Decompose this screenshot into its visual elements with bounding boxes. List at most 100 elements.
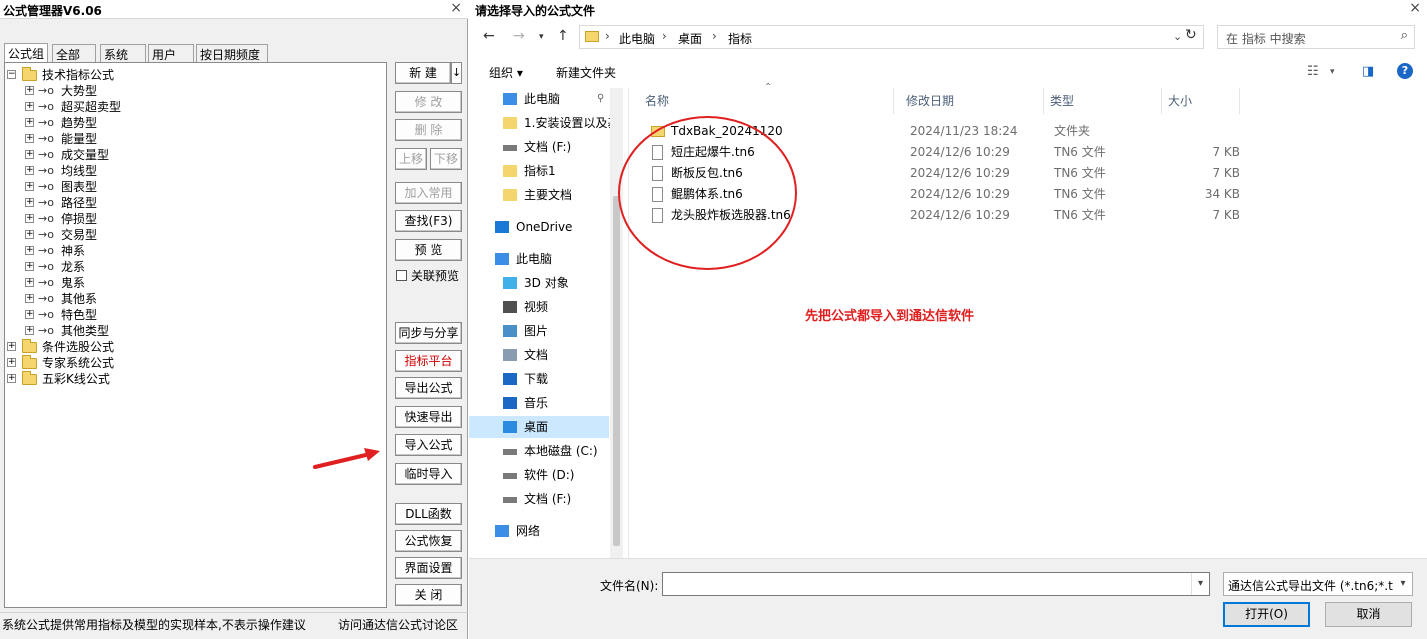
file-date: 2024/11/23 18:24 bbox=[910, 124, 1018, 138]
filename-input[interactable]: ▾ bbox=[662, 572, 1210, 596]
nav-item[interactable]: 主要文档 bbox=[469, 184, 609, 206]
breadcrumb-desktop[interactable]: 桌面 bbox=[678, 30, 702, 47]
forward-arrow-icon[interactable]: → bbox=[513, 28, 525, 44]
expand-icon[interactable]: + bbox=[25, 262, 34, 271]
expand-icon[interactable]: + bbox=[25, 230, 34, 239]
expand-icon[interactable]: + bbox=[25, 150, 34, 159]
find-button[interactable]: 查找(F3) bbox=[395, 210, 462, 232]
preview-button[interactable]: 预 览 bbox=[395, 239, 462, 261]
export-formula-button[interactable]: 导出公式 bbox=[395, 377, 462, 399]
expand-icon[interactable]: + bbox=[25, 310, 34, 319]
expand-icon[interactable]: + bbox=[25, 166, 34, 175]
move-up-button[interactable]: 上移 bbox=[395, 148, 427, 170]
expand-icon[interactable]: + bbox=[7, 374, 16, 383]
linked-preview-checkbox[interactable] bbox=[396, 270, 407, 281]
dll-functions-button[interactable]: DLL函数 bbox=[395, 503, 462, 525]
open-button[interactable]: 打开(O) bbox=[1223, 602, 1310, 627]
nav-item[interactable]: OneDrive bbox=[469, 216, 609, 238]
organize-menu[interactable]: 组织 ▾ bbox=[489, 64, 523, 81]
expand-icon[interactable]: + bbox=[25, 246, 34, 255]
modify-button[interactable]: 修 改 bbox=[395, 91, 462, 113]
filename-dropdown-icon[interactable]: ▾ bbox=[1191, 573, 1209, 595]
expand-icon[interactable]: + bbox=[25, 182, 34, 191]
nav-item[interactable]: 文档 bbox=[469, 344, 609, 366]
help-icon[interactable]: ? bbox=[1397, 63, 1413, 79]
add-common-button[interactable]: 加入常用 bbox=[395, 182, 462, 204]
close-icon[interactable]: × bbox=[1409, 0, 1421, 16]
expand-icon[interactable]: + bbox=[25, 86, 34, 95]
expand-icon[interactable]: + bbox=[25, 198, 34, 207]
navigation-bar: ← → ▾ ↑ › 此电脑 › 桌面 › 指标 ⌄ ↻ 在 指标 中搜索 ⌕ bbox=[469, 22, 1427, 52]
column-type[interactable]: 类型 bbox=[1044, 88, 1162, 114]
address-bar[interactable]: › 此电脑 › 桌面 › 指标 ⌄ bbox=[579, 25, 1204, 49]
expand-icon[interactable]: + bbox=[25, 118, 34, 127]
sync-share-button[interactable]: 同步与分享 bbox=[395, 322, 462, 344]
view-options-icon[interactable]: ☷ bbox=[1307, 64, 1319, 79]
tab-by-date-frequency[interactable]: 按日期频度 bbox=[196, 44, 268, 62]
nav-item[interactable]: 下载 bbox=[469, 368, 609, 390]
nav-item[interactable]: 此电脑 bbox=[469, 248, 609, 270]
move-down-button[interactable]: 下移 bbox=[430, 148, 462, 170]
ui-settings-button[interactable]: 界面设置 bbox=[395, 557, 462, 579]
tab-system[interactable]: 系统 bbox=[100, 44, 146, 62]
import-formula-button[interactable]: 导入公式 bbox=[395, 434, 462, 456]
recent-locations-chevron-icon[interactable]: ▾ bbox=[539, 32, 544, 42]
breadcrumb-indicators[interactable]: 指标 bbox=[728, 30, 752, 47]
tab-user[interactable]: 用户 bbox=[148, 44, 194, 62]
preview-pane-icon[interactable]: ◨ bbox=[1362, 64, 1374, 79]
nav-item[interactable]: 音乐 bbox=[469, 392, 609, 414]
address-dropdown-icon[interactable]: ⌄ bbox=[1173, 30, 1182, 43]
nav-item[interactable]: 1.安装设置以及基 bbox=[469, 112, 619, 134]
tab-all[interactable]: 全部 bbox=[52, 44, 96, 62]
delete-button[interactable]: 删 除 bbox=[395, 119, 462, 141]
expand-icon[interactable]: + bbox=[25, 278, 34, 287]
temp-import-button[interactable]: 临时导入 bbox=[395, 463, 462, 485]
up-arrow-icon[interactable]: ↑ bbox=[557, 28, 569, 44]
expand-icon[interactable]: + bbox=[7, 358, 16, 367]
nav-item[interactable]: 文档 (F:) bbox=[469, 488, 609, 510]
expand-icon[interactable]: + bbox=[25, 134, 34, 143]
cancel-button[interactable]: 取消 bbox=[1325, 602, 1412, 627]
collapse-icon[interactable]: − bbox=[7, 70, 16, 79]
expand-icon[interactable]: + bbox=[7, 342, 16, 351]
view-dropdown-icon[interactable]: ▾ bbox=[1330, 67, 1335, 77]
back-arrow-icon[interactable]: ← bbox=[483, 28, 495, 44]
nav-item[interactable]: 图片 bbox=[469, 320, 609, 342]
restore-formula-button[interactable]: 公式恢复 bbox=[395, 530, 462, 552]
nav-item[interactable]: 网络 bbox=[469, 520, 609, 542]
new-folder-button[interactable]: 新建文件夹 bbox=[556, 64, 616, 81]
nav-item[interactable]: 桌面 bbox=[469, 416, 609, 438]
close-icon[interactable]: × bbox=[450, 0, 462, 16]
nav-item[interactable]: 此电脑 ⚲ bbox=[469, 88, 609, 110]
indicator-platform-button[interactable]: 指标平台 bbox=[395, 350, 462, 372]
expand-icon[interactable]: + bbox=[25, 102, 34, 111]
column-size[interactable]: 大小 bbox=[1162, 88, 1240, 114]
nav-item[interactable]: 视频 bbox=[469, 296, 609, 318]
expand-icon[interactable]: + bbox=[25, 326, 34, 335]
search-icon[interactable]: ⌕ bbox=[1401, 28, 1408, 43]
scrollbar-thumb[interactable] bbox=[613, 196, 620, 546]
refresh-icon[interactable]: ↻ bbox=[1185, 27, 1197, 43]
tab-formula-group[interactable]: 公式组 bbox=[4, 43, 48, 63]
close-button[interactable]: 关 闭 bbox=[395, 584, 462, 606]
navigation-pane-scrollbar[interactable] bbox=[610, 88, 623, 558]
formula-tree[interactable]: − 技术指标公式 + →o 大势型 + →o 超买超卖型 + →o 趋势型 + →o 能量型 + →o 成交量型… bbox=[4, 62, 387, 608]
new-button[interactable]: 新 建 bbox=[395, 62, 451, 84]
highlight-ellipse bbox=[618, 116, 797, 270]
quick-export-button[interactable]: 快速导出 bbox=[395, 406, 462, 428]
nav-item[interactable]: 本地磁盘 (C:) bbox=[469, 440, 609, 462]
new-dropdown-arrow-icon[interactable]: ↓ bbox=[451, 62, 462, 84]
search-box[interactable]: 在 指标 中搜索 ⌕ bbox=[1217, 25, 1415, 49]
file-type-filter[interactable]: 通达信公式导出文件 (*.tn6;*.tn ▾ bbox=[1223, 572, 1413, 596]
breadcrumb-this-pc[interactable]: 此电脑 bbox=[619, 30, 655, 47]
forum-link[interactable]: 访问通达信公式讨论区 bbox=[338, 616, 458, 633]
column-date-modified[interactable]: 修改日期 bbox=[900, 88, 1044, 114]
expand-icon[interactable]: + bbox=[25, 294, 34, 303]
nav-item[interactable]: 指标1 bbox=[469, 160, 609, 182]
nav-item[interactable]: 3D 对象 bbox=[469, 272, 609, 294]
nav-item[interactable]: 软件 (D:) bbox=[469, 464, 609, 486]
filter-dropdown-icon[interactable]: ▾ bbox=[1394, 573, 1412, 595]
nav-item[interactable]: 文档 (F:) bbox=[469, 136, 609, 158]
file-type: TN6 文件 bbox=[1054, 145, 1106, 159]
expand-icon[interactable]: + bbox=[25, 214, 34, 223]
